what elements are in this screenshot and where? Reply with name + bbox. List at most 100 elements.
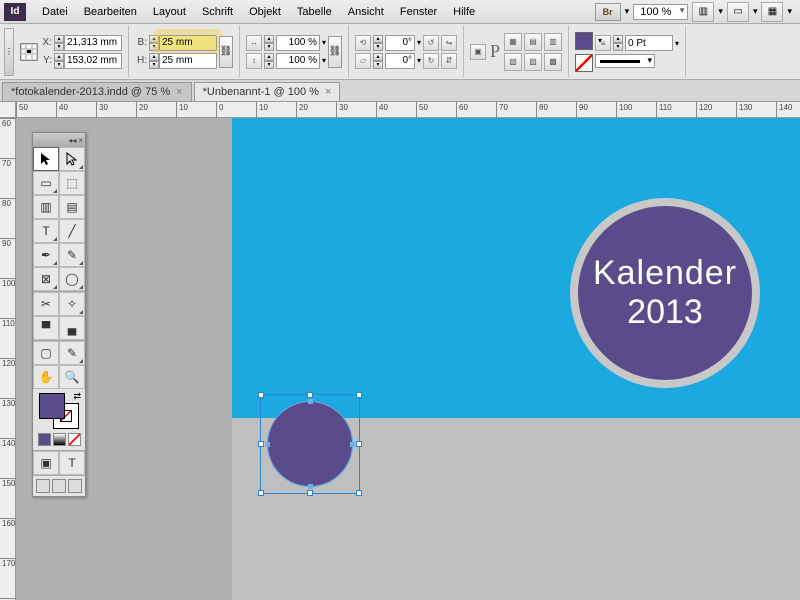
gap-tool[interactable]: ⬚	[59, 171, 85, 195]
doc-tab-1[interactable]: *fotokalender-2013.indd @ 75 % ×	[2, 82, 192, 101]
ellipse-tool[interactable]: ◯	[59, 267, 85, 291]
ruler-origin[interactable]	[0, 102, 16, 118]
zoom-tool[interactable]: 🔍	[59, 365, 85, 389]
menu-hilfe[interactable]: Hilfe	[445, 1, 483, 23]
close-icon[interactable]: ×	[325, 86, 331, 98]
format-text-tool[interactable]: T	[59, 451, 85, 475]
wrap-3-icon[interactable]: ▥	[544, 33, 562, 51]
work-area: 5040302010010203040506070809010011012013…	[0, 102, 800, 600]
doc-tab-1-label: *fotokalender-2013.indd @ 75 %	[11, 86, 170, 98]
select-container-icon[interactable]: ▣	[470, 44, 486, 60]
zoom-level[interactable]: 100 %	[633, 4, 688, 20]
shear-field[interactable]	[385, 53, 415, 69]
rotate-field[interactable]	[385, 35, 415, 51]
view-options-icon[interactable]: ▥	[692, 2, 714, 22]
stroke-weight-field[interactable]: ≡ ▴▾ ▾	[595, 35, 679, 51]
control-bar: ⋮ X: ▴▾ Y: ▴▾ B:	[0, 24, 800, 80]
kalender-circle[interactable]: Kalender 2013	[570, 198, 760, 388]
flip-h-icon[interactable]: ⇋	[441, 35, 457, 51]
note-tool[interactable]: ▢	[33, 341, 59, 365]
tools-panel-header[interactable]: ◂◂×	[33, 133, 85, 147]
kalender-title-2: 2013	[627, 293, 703, 332]
wrap-5-icon[interactable]: ▨	[524, 53, 542, 71]
eyedropper-tool[interactable]: ✎	[59, 341, 85, 365]
content-placer-tool[interactable]: ▤	[59, 195, 85, 219]
wrap-6-icon[interactable]: ▩	[544, 53, 562, 71]
gradient-swatch-tool[interactable]: ▀	[33, 316, 59, 340]
stroke-style[interactable]	[595, 54, 655, 68]
anchor-t[interactable]	[308, 399, 313, 404]
fillstroke-section: ≡ ▴▾ ▾	[575, 26, 686, 77]
screen-mode-icon[interactable]: ▭	[727, 2, 749, 22]
anchor-l[interactable]	[265, 442, 270, 447]
rotate-icon: ⟲	[355, 35, 371, 51]
scissors-tool[interactable]: ✂	[33, 292, 59, 316]
reference-point[interactable]	[20, 43, 38, 61]
format-container-tool[interactable]: ▣	[33, 451, 59, 475]
canvas[interactable]: Kalender 2013	[16, 118, 800, 600]
width-field[interactable]: ▴▾	[149, 35, 217, 51]
normal-view-icon[interactable]	[36, 479, 50, 493]
horizontal-ruler[interactable]: 5040302010010203040506070809010011012013…	[16, 102, 800, 118]
menu-datei[interactable]: Datei	[34, 1, 76, 23]
document-tabs: *fotokalender-2013.indd @ 75 % × *Unbena…	[0, 80, 800, 102]
scale-y-field[interactable]	[276, 53, 320, 69]
y-field[interactable]: ▴▾	[54, 53, 122, 69]
menu-bearbeiten[interactable]: Bearbeiten	[76, 1, 145, 23]
gradient-feather-tool[interactable]: ▄	[59, 316, 85, 340]
bleed-view-icon[interactable]	[68, 479, 82, 493]
doc-tab-2-label: *Unbenannt-1 @ 100 %	[203, 86, 319, 98]
hand-tool[interactable]: ✋	[33, 365, 59, 389]
bridge-button[interactable]: Br	[595, 3, 621, 21]
scale-x-field[interactable]	[276, 35, 320, 51]
arrange-docs-icon[interactable]: ▦	[761, 2, 783, 22]
fill-swatch[interactable]	[575, 32, 593, 50]
constrain-scale-icon[interactable]: ⛓	[328, 36, 342, 68]
x-field[interactable]: ▴▾	[54, 35, 122, 51]
menu-layout[interactable]: Layout	[145, 1, 194, 23]
rotate-cw-icon[interactable]: ↻	[423, 53, 439, 69]
free-transform-tool[interactable]: ✧	[59, 292, 85, 316]
apply-color-icon[interactable]	[38, 433, 51, 446]
scale-x-icon: ↔	[246, 35, 262, 51]
selected-object[interactable]	[260, 394, 360, 494]
line-tool[interactable]: ╱	[59, 219, 85, 243]
rectangle-frame-tool[interactable]: ⊠	[33, 267, 59, 291]
swap-colors-icon[interactable]: ⇄	[73, 391, 81, 402]
kalender-title-1: Kalender	[593, 254, 737, 293]
anchor-b[interactable]	[308, 484, 313, 489]
content-collector-tool[interactable]: ▥	[33, 195, 59, 219]
menu-objekt[interactable]: Objekt	[241, 1, 289, 23]
constrain-wh-icon[interactable]: ⛓	[219, 36, 233, 68]
control-panel-grip[interactable]: ⋮	[4, 28, 14, 76]
menu-tabelle[interactable]: Tabelle	[289, 1, 340, 23]
anchor-r[interactable]	[350, 442, 355, 447]
type-tool[interactable]: T	[33, 219, 59, 243]
fill-stroke-swatch[interactable]: ⇄	[39, 393, 79, 429]
page-tool[interactable]: ▭	[33, 171, 59, 195]
stroke-swatch[interactable]	[575, 54, 593, 72]
wrap-2-icon[interactable]: ▤	[524, 33, 542, 51]
pencil-tool[interactable]: ✎	[59, 243, 85, 267]
menu-fenster[interactable]: Fenster	[392, 1, 445, 23]
flip-v-icon[interactable]: ⇵	[441, 53, 457, 69]
preview-view-icon[interactable]	[52, 479, 66, 493]
doc-tab-2[interactable]: *Unbenannt-1 @ 100 % ×	[194, 82, 341, 101]
rotate-ccw-icon[interactable]: ↺	[423, 35, 439, 51]
menu-ansicht[interactable]: Ansicht	[340, 1, 392, 23]
wrap-1-icon[interactable]: ▦	[504, 33, 522, 51]
tools-panel[interactable]: ◂◂× ▭ ⬚ ▥ ▤ T ╱ ✒ ✎ ⊠ ◯ ✂ ✧ ▀ ▄ ▢ ✎ ✋ 🔍	[32, 132, 86, 497]
menu-schrift[interactable]: Schrift	[194, 1, 241, 23]
textwrap-section: ▣ P ▦ ▤ ▥ ▧ ▨ ▩	[470, 26, 569, 77]
apply-gradient-icon[interactable]	[53, 433, 66, 446]
height-field[interactable]: ▴▾	[149, 53, 217, 69]
close-icon[interactable]: ×	[176, 86, 182, 98]
vertical-ruler[interactable]: 60708090100110120130140150160170180	[0, 118, 16, 600]
pen-tool[interactable]: ✒	[33, 243, 59, 267]
selection-tool[interactable]	[33, 147, 59, 171]
apply-none-icon[interactable]	[68, 433, 81, 446]
wrap-4-icon[interactable]: ▧	[504, 53, 522, 71]
paragraph-icon: P	[488, 41, 502, 62]
fill-color[interactable]	[39, 393, 65, 419]
direct-selection-tool[interactable]	[59, 147, 85, 171]
